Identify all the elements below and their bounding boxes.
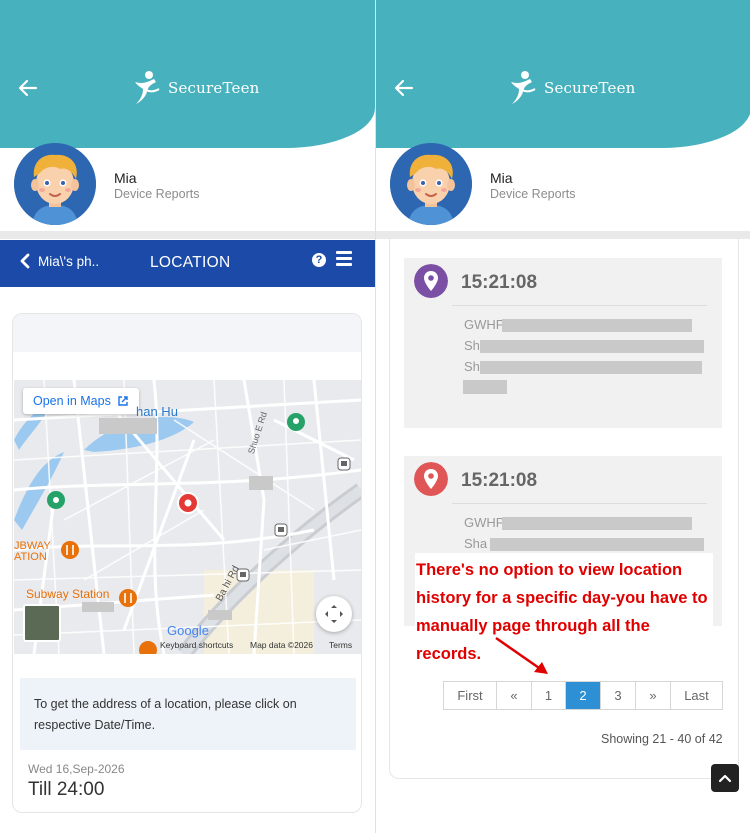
record-time: 15:21:08 xyxy=(461,470,538,491)
back-arrow-icon[interactable] xyxy=(15,75,41,101)
pagination-page-1[interactable]: 1 xyxy=(532,682,566,709)
map-view[interactable]: Open in Maps han Hu Shuo E Rd JBWAY ATIO… xyxy=(14,380,361,654)
secureteen-logo: SecureTeen xyxy=(132,68,260,108)
profile-section: Mia Device Reports xyxy=(376,143,750,233)
profile-subtitle: Device Reports xyxy=(490,187,576,201)
left-screen: SecureTeen Mia Device Reports Mia\'s ph.… xyxy=(0,0,375,833)
redacted-address xyxy=(490,538,704,551)
map-marker-icon xyxy=(414,264,448,298)
flower-poi-icon xyxy=(47,491,65,509)
redacted-address xyxy=(480,340,704,353)
right-screen: SecureTeen Mia Device Reports 15:21:08 G… xyxy=(375,0,750,833)
logo-figure-icon xyxy=(135,71,160,104)
divider xyxy=(376,231,750,239)
pagination-prev[interactable]: « xyxy=(497,682,532,709)
avatar xyxy=(14,143,96,225)
app-header: SecureTeen xyxy=(0,0,375,148)
redacted-address xyxy=(463,380,507,394)
move-arrows-icon xyxy=(325,605,343,623)
external-link-icon xyxy=(118,396,128,406)
chevron-left-icon xyxy=(20,253,30,269)
location-record[interactable]: 15:21:08 GWHP Sh Sh xyxy=(404,258,722,428)
location-navbar: Mia\'s ph.. LOCATION ? xyxy=(0,240,375,287)
restaurant-poi-icon xyxy=(61,541,79,559)
transit-icon xyxy=(274,523,288,537)
question-circle-icon[interactable]: ? xyxy=(312,253,326,267)
keyboard-shortcuts-link[interactable]: Keyboard shortcuts xyxy=(160,640,233,650)
redacted-label xyxy=(99,418,157,434)
pagination-next[interactable]: » xyxy=(636,682,671,709)
park-poi-icon xyxy=(287,413,305,431)
device-back-button[interactable]: Mia\'s ph.. xyxy=(20,253,99,269)
card-header xyxy=(13,314,361,352)
subway-label-left-2: ATION xyxy=(14,551,47,563)
map-data-text: Map data ©2026 xyxy=(250,640,313,650)
pagination: First « 1 2 3 » Last xyxy=(443,681,723,710)
map-marker-icon xyxy=(414,462,448,496)
avatar xyxy=(390,143,472,225)
app-name: SecureTeen xyxy=(168,79,260,97)
child-name: Mia xyxy=(114,170,137,186)
address-line: GWHP xyxy=(464,515,505,530)
showing-count: Showing 21 - 40 of 42 xyxy=(601,732,723,746)
address-line: Sh xyxy=(464,338,480,353)
map-background xyxy=(14,380,361,654)
divider xyxy=(0,231,375,239)
restaurant-poi-icon xyxy=(119,589,137,607)
terms-link[interactable]: Terms xyxy=(329,640,352,650)
redacted-address xyxy=(480,361,702,374)
chevron-up-icon xyxy=(718,774,732,783)
map-pan-button[interactable] xyxy=(316,596,352,632)
pagination-page-2[interactable]: 2 xyxy=(566,682,601,709)
page-title: LOCATION xyxy=(150,254,231,271)
google-logo: Google xyxy=(167,623,209,638)
open-in-maps-label: Open in Maps xyxy=(33,394,111,408)
location-pin-icon[interactable] xyxy=(177,492,199,514)
subway-station-label: Subway Station xyxy=(26,587,110,601)
address-line: GWHP xyxy=(464,317,505,332)
lake-label: han Hu xyxy=(136,404,178,419)
divider xyxy=(452,305,707,306)
address-line: Sha xyxy=(464,536,488,551)
scroll-to-top-button[interactable] xyxy=(711,764,739,792)
transit-icon xyxy=(337,457,351,471)
app-header: SecureTeen xyxy=(376,0,750,148)
info-box: To get the address of a location, please… xyxy=(20,678,356,750)
device-name-label: Mia\'s ph.. xyxy=(38,253,100,269)
hamburger-menu-icon[interactable] xyxy=(336,251,352,269)
till-time[interactable]: Till 24:00 xyxy=(28,779,104,801)
annotation-arrow xyxy=(495,636,548,674)
redacted-address xyxy=(502,319,692,332)
secureteen-logo: SecureTeen xyxy=(508,68,636,108)
pagination-last[interactable]: Last xyxy=(671,682,722,709)
record-time: 15:21:08 xyxy=(461,272,538,293)
app-name: SecureTeen xyxy=(544,79,636,97)
location-card: Open in Maps han Hu Shuo E Rd JBWAY ATIO… xyxy=(12,313,362,813)
pagination-page-3[interactable]: 3 xyxy=(601,682,636,709)
redacted-label xyxy=(82,602,114,612)
child-name: Mia xyxy=(490,170,513,186)
divider xyxy=(452,503,707,504)
redacted-label xyxy=(249,476,273,490)
satellite-toggle[interactable] xyxy=(23,604,61,642)
back-arrow-icon[interactable] xyxy=(391,75,417,101)
date-label: Wed 16,Sep-2026 xyxy=(28,762,125,776)
profile-section: Mia Device Reports xyxy=(0,143,375,233)
redacted-address xyxy=(502,517,692,530)
logo-figure-icon xyxy=(511,71,536,104)
profile-subtitle: Device Reports xyxy=(114,187,200,201)
pagination-first[interactable]: First xyxy=(444,682,497,709)
redacted-label xyxy=(208,610,232,620)
transit-icon xyxy=(236,568,250,582)
address-line: Sh xyxy=(464,359,480,374)
open-in-maps-button[interactable]: Open in Maps xyxy=(23,388,139,414)
map-footer: Keyboard shortcuts Map data ©2026 Terms xyxy=(14,638,361,654)
